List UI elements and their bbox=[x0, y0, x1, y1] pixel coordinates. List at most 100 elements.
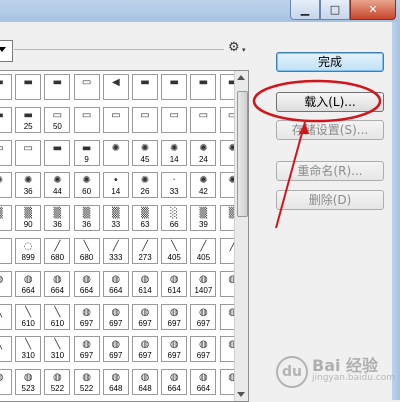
brush-preset-cell[interactable]: ╲ 610 bbox=[44, 303, 71, 330]
brush-preset-cell[interactable]: ◍ 697 bbox=[132, 303, 158, 330]
brush-preset-cell[interactable]: ╲ bbox=[0, 336, 12, 363]
brush-preset-cell[interactable]: ◍ 697 bbox=[161, 336, 188, 363]
brush-preset-cell[interactable]: ✺ 14 bbox=[161, 139, 188, 166]
maximize-button[interactable]: □ bbox=[320, 0, 350, 20]
brush-preset-cell[interactable]: ╲ 310 bbox=[15, 336, 42, 363]
brush-preset-cell[interactable]: ▬ bbox=[44, 74, 71, 100]
brush-preset-cell[interactable]: ▬ bbox=[0, 106, 12, 133]
brush-preset-cell[interactable]: ▒ 39 bbox=[190, 205, 217, 232]
brush-preset-cell[interactable]: ▬ bbox=[15, 74, 42, 100]
brush-preset-cell[interactable]: ╱ 333 bbox=[102, 238, 129, 264]
brush-preset-cell[interactable]: ◍ 523 bbox=[15, 369, 42, 396]
brush-preset-cell[interactable]: ◍ bbox=[0, 369, 12, 396]
brush-preset-cell[interactable]: ╱ 405 bbox=[190, 238, 217, 264]
brush-preset-cell[interactable]: ✺ 44 bbox=[44, 172, 71, 199]
brush-preset-cell[interactable]: ▬ bbox=[0, 74, 12, 100]
brush-preset-cell[interactable]: ╲ 610 bbox=[15, 303, 42, 330]
brush-preset-cell[interactable]: · bbox=[0, 238, 12, 264]
brush-preset-cell[interactable]: ╲ 680 bbox=[73, 238, 100, 264]
preset-type-dropdown[interactable] bbox=[0, 40, 13, 62]
brush-preset-cell[interactable]: ◍ 664 bbox=[15, 270, 42, 297]
brush-preset-cell[interactable]: ▬ bbox=[190, 74, 217, 100]
brush-preset-cell[interactable]: ▒ 33 bbox=[102, 205, 129, 232]
brush-preset-cell[interactable]: ◍ 697 bbox=[73, 336, 100, 363]
brush-preset-cell[interactable]: ◍ 664 bbox=[44, 270, 71, 297]
scrollbar-thumb[interactable] bbox=[237, 91, 248, 217]
brush-preset-cell[interactable]: · 33 bbox=[161, 172, 188, 199]
brush-preset-cell[interactable]: ◍ 697 bbox=[190, 336, 217, 363]
brush-preset-cell[interactable]: ◍ 664 bbox=[102, 270, 129, 297]
brush-preset-cell[interactable]: ◍ 697 bbox=[102, 303, 129, 330]
brush-preset-cell[interactable]: ▭ bbox=[190, 106, 217, 133]
brush-size-label: 42 bbox=[198, 187, 208, 197]
brush-preset-cell[interactable]: ✺ 36 bbox=[15, 172, 42, 199]
brush-preset-cell[interactable]: ░ 66 bbox=[161, 205, 188, 232]
brush-preset-cell[interactable]: ✺ 45 bbox=[132, 139, 158, 166]
brush-preset-cell[interactable]: ◀ bbox=[102, 74, 129, 100]
brush-preset-cell[interactable]: ╱ 273 bbox=[132, 238, 158, 264]
brush-preset-cell[interactable]: ▒ 63 bbox=[132, 205, 158, 232]
brush-preset-cell[interactable]: ◍ 648 bbox=[132, 369, 158, 396]
brush-preset-cell[interactable]: ✺ 42 bbox=[190, 172, 217, 199]
brush-preset-cell[interactable]: ◍ 614 bbox=[132, 270, 158, 297]
brush-preset-cell[interactable]: ▭ bbox=[73, 106, 100, 133]
brush-preset-cell[interactable]: ◍ 648 bbox=[102, 369, 129, 396]
brush-preset-cell[interactable]: ▒ 90 bbox=[15, 205, 42, 232]
chevron-down-icon[interactable]: ▾ bbox=[242, 46, 246, 54]
brush-preset-cell[interactable]: ✺ bbox=[0, 172, 12, 199]
brush-preset-cell[interactable]: ▭ bbox=[161, 106, 188, 133]
brush-preset-cell[interactable]: ◍ 697 bbox=[132, 336, 158, 363]
brush-size-label: 697 bbox=[196, 351, 211, 361]
brush-preset-cell[interactable]: ╱ 680 bbox=[44, 238, 71, 264]
brush-preset-cell[interactable]: ╲ 310 bbox=[44, 336, 71, 363]
brush-preset-cell[interactable]: ◍ 664 bbox=[161, 369, 188, 396]
brush-preset-cell[interactable]: ◍ 614 bbox=[161, 270, 188, 297]
brush-preset-cell[interactable]: ╲ bbox=[0, 303, 12, 330]
brush-preset-cell[interactable]: ◍ 664 bbox=[190, 369, 217, 396]
brush-preset-cell[interactable]: ▬ bbox=[132, 74, 158, 100]
brush-preset-cell[interactable]: ✺ 24 bbox=[190, 139, 217, 166]
save-set-button[interactable]: 存储设置(S)... bbox=[276, 120, 384, 140]
brush-preset-cell[interactable]: ◍ 522 bbox=[44, 369, 71, 396]
brush-thumbnail-icon: ▬ bbox=[23, 77, 33, 88]
brush-preset-cell[interactable]: ◍ 664 bbox=[73, 270, 100, 297]
brush-preset-cell[interactable]: ◍ 1407 bbox=[190, 270, 217, 297]
brush-preset-cell[interactable]: ▭ bbox=[15, 139, 42, 166]
brush-preset-cell[interactable]: ◍ 522 bbox=[73, 369, 100, 396]
brush-thumbnail-icon: ◍ bbox=[53, 372, 62, 384]
brush-preset-cell[interactable]: • 14 bbox=[102, 172, 129, 199]
brush-preset-cell[interactable]: ◍ 697 bbox=[73, 303, 100, 330]
brush-preset-cell[interactable]: ◍ 697 bbox=[190, 303, 217, 330]
scroll-up-icon[interactable] bbox=[237, 75, 245, 80]
brush-preset-cell[interactable]: ▭ bbox=[0, 139, 12, 166]
brush-preset-cell[interactable]: ╲ 405 bbox=[161, 238, 188, 264]
brush-size-label: 405 bbox=[167, 253, 181, 262]
brush-preset-cell[interactable]: ▭ bbox=[132, 106, 158, 133]
brush-preset-cell[interactable]: ▭ bbox=[73, 74, 100, 100]
rename-button[interactable]: 重命名(R)... bbox=[276, 161, 384, 181]
brush-preset-cell[interactable]: ✺ bbox=[102, 139, 129, 166]
brush-preset-cell[interactable]: ◍ 697 bbox=[161, 303, 188, 330]
brush-preset-cell[interactable]: ▬ bbox=[161, 74, 188, 100]
brush-preset-cell[interactable]: ◍ 697 bbox=[102, 336, 129, 363]
brush-preset-cell[interactable]: ◌ 899 bbox=[15, 238, 42, 264]
scroll-down-icon[interactable] bbox=[237, 392, 245, 397]
brush-preset-cell[interactable]: ▬ 9 bbox=[73, 139, 100, 166]
vertical-scrollbar[interactable] bbox=[234, 71, 248, 401]
gear-icon[interactable]: ⚙ bbox=[228, 40, 240, 55]
brush-preset-cell[interactable]: ▭ 50 bbox=[44, 106, 71, 133]
delete-button[interactable]: 删除(D) bbox=[276, 190, 384, 210]
brush-preset-cell[interactable]: ▭ bbox=[102, 106, 129, 133]
brush-preset-cell[interactable]: ▬ 25 bbox=[15, 106, 42, 133]
brush-preset-cell[interactable]: ▬ bbox=[44, 139, 71, 166]
brush-preset-cell[interactable]: ▒ bbox=[0, 205, 12, 232]
brush-preset-cell[interactable]: ▒ 36 bbox=[73, 205, 100, 232]
brush-preset-cell[interactable]: ▒ 36 bbox=[44, 205, 71, 232]
brush-preset-cell[interactable]: ✺ 26 bbox=[132, 172, 158, 199]
done-button[interactable]: 完成 bbox=[276, 52, 384, 72]
load-button[interactable]: 载入(L)... bbox=[276, 92, 384, 112]
minimize-button[interactable]: ▁ bbox=[290, 0, 320, 20]
brush-preset-cell[interactable]: ✺ 60 bbox=[73, 172, 100, 199]
brush-preset-cell[interactable]: ◍ bbox=[0, 270, 12, 297]
close-button[interactable]: ✕ bbox=[350, 0, 396, 20]
